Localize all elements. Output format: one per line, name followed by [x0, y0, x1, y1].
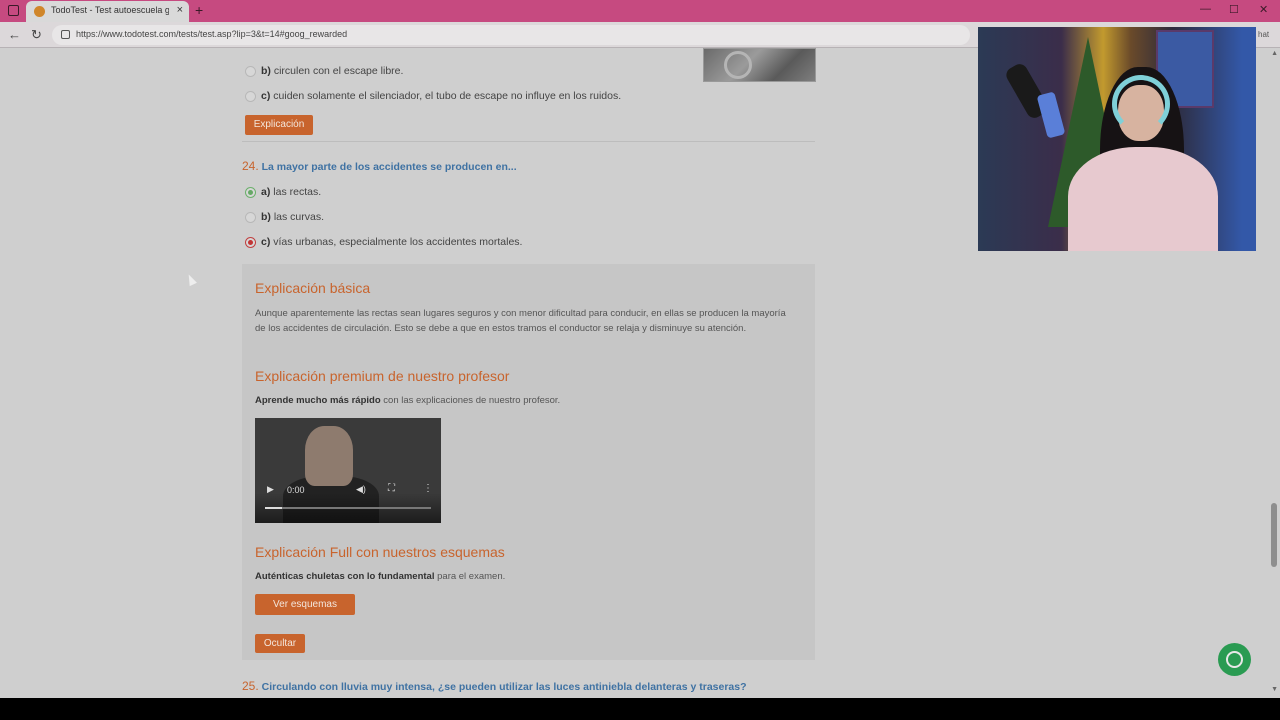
view-schemes-button[interactable]: Ver esquemas [255, 594, 355, 615]
window-icon[interactable] [8, 5, 19, 16]
streamer-body [1068, 147, 1218, 251]
video-progress-fill [265, 507, 282, 509]
option-letter: b) [261, 211, 271, 223]
tab-close-icon[interactable]: × [177, 4, 183, 16]
question-number: 25. [242, 679, 259, 693]
new-tab-button[interactable]: + [195, 2, 203, 18]
tab-title: TodoTest - Test autoescuela grati [51, 5, 169, 15]
option-letter: b) [261, 65, 271, 77]
option-text: cuiden solamente el silenciador, el tubo… [273, 90, 622, 102]
question-image [703, 48, 816, 82]
option-text: las curvas. [273, 211, 325, 223]
teacher-video-player[interactable]: ▶ 0:00 ◀) ⛶ ⋮ [255, 418, 441, 523]
more-options-icon[interactable]: ⋮ [423, 483, 433, 494]
radio-button[interactable] [245, 91, 256, 102]
video-progress-bar[interactable] [265, 507, 431, 509]
explanation-panel: Explicación básica Aunque aparentemente … [242, 264, 815, 660]
option-letter: c) [261, 90, 271, 102]
wheel-shape [724, 51, 752, 79]
video-time: 0:00 [287, 485, 305, 495]
fullscreen-icon[interactable]: ⛶ [388, 483, 395, 494]
premium-bold-text: Aprende mucho más rápido [255, 395, 381, 406]
close-window-button[interactable]: ✕ [1259, 3, 1268, 16]
mouse-cursor-icon [185, 272, 197, 287]
reload-button[interactable]: ↻ [31, 27, 42, 43]
whatsapp-phone-shape [1226, 651, 1243, 668]
full-explanation-title: Explicación Full con nuestros esquemas [255, 544, 505, 560]
premium-explanation-title: Explicación premium de nuestro profesor [255, 368, 510, 384]
radio-button[interactable] [245, 212, 256, 223]
todotest-favicon-icon [34, 6, 45, 17]
question-number: 24. [242, 159, 259, 173]
bottom-bar [0, 698, 1280, 720]
option-letter: a) [261, 186, 271, 198]
explanation-button[interactable]: Explicación [245, 115, 313, 135]
question-text: La mayor parte de los accidentes se prod… [261, 161, 517, 173]
headset-shape [1112, 75, 1170, 133]
option-letter: c) [261, 236, 271, 248]
divider [242, 141, 815, 142]
scrollbar[interactable]: ▲ ▼ [1268, 48, 1280, 698]
full-explanation-text: Auténticas chuletas con lo fundamental p… [255, 569, 795, 584]
volume-icon[interactable]: ◀) [356, 484, 366, 495]
radio-button-wrong[interactable] [245, 237, 256, 248]
question-24: 24. La mayor parte de los accidentes se … [242, 159, 517, 173]
lock-icon[interactable] [61, 30, 70, 39]
url-text: https://www.todotest.com/tests/test.asp?… [76, 29, 348, 39]
back-button[interactable]: ← [8, 27, 21, 42]
whatsapp-icon[interactable] [1218, 643, 1251, 676]
question-25: 25. Circulando con lluvia muy intensa, ¿… [242, 679, 747, 693]
full-bold-text: Auténticas chuletas con lo fundamental [255, 571, 435, 582]
maximize-button[interactable]: ☐ [1229, 3, 1239, 16]
webcam-overlay [978, 27, 1256, 251]
basic-explanation-title: Explicación básica [255, 280, 371, 296]
radio-button-correct[interactable] [245, 187, 256, 198]
premium-explanation-text: Aprende mucho más rápido con las explica… [255, 393, 795, 408]
question-text: Circulando con lluvia muy intensa, ¿se p… [261, 681, 747, 693]
full-rest-text: para el examen. [434, 571, 506, 582]
browser-tab[interactable]: TodoTest - Test autoescuela grati × [26, 1, 189, 22]
option-text: vías urbanas, especialmente los accident… [273, 236, 523, 248]
radio-button[interactable] [245, 66, 256, 77]
basic-explanation-text: Aunque aparentemente las rectas sean lug… [255, 308, 786, 334]
chat-label: hat [1258, 30, 1270, 39]
scroll-down-icon[interactable]: ▼ [1271, 686, 1278, 693]
url-input[interactable]: https://www.todotest.com/tests/test.asp?… [52, 25, 970, 45]
play-icon[interactable]: ▶ [267, 484, 274, 495]
option-text: las rectas. [273, 186, 322, 198]
premium-rest-text: con las explicaciones de nuestro profeso… [380, 395, 561, 406]
video-frame-person [305, 426, 353, 486]
scrollbar-thumb[interactable] [1271, 503, 1277, 567]
hide-button[interactable]: Ocultar [255, 634, 305, 653]
option-text: circulen con el escape libre. [273, 65, 404, 77]
scroll-up-icon[interactable]: ▲ [1271, 50, 1278, 57]
browser-tab-bar: TodoTest - Test autoescuela grati × + — … [0, 0, 1280, 22]
minimize-button[interactable]: — [1200, 3, 1211, 15]
